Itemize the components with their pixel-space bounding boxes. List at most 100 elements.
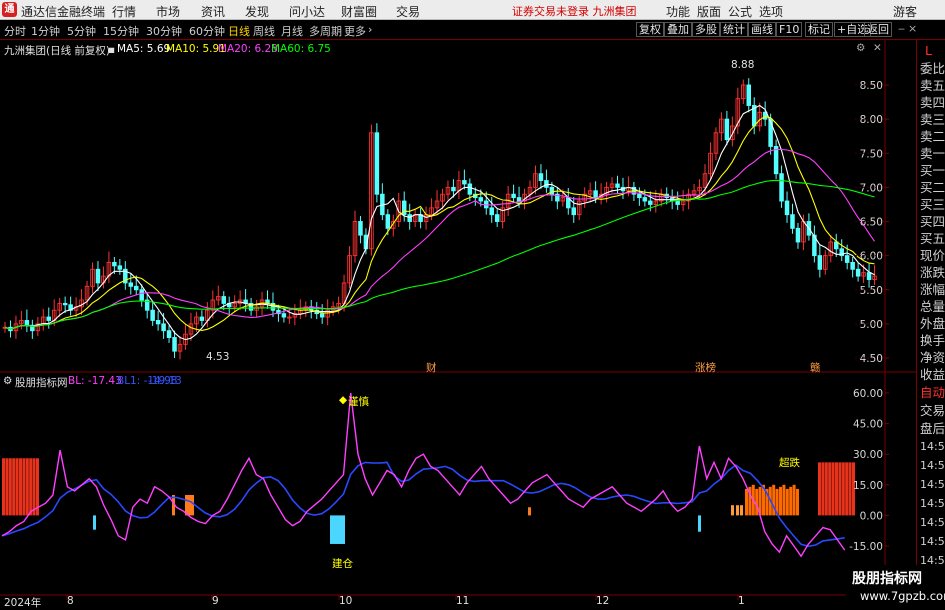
menu-quotes[interactable]: 行情	[112, 3, 136, 20]
period-tab-30min[interactable]: 30分钟	[146, 23, 182, 39]
indicator-bar	[792, 484, 796, 516]
x-label-dec: 12	[596, 595, 610, 607]
panel-item-1[interactable]: 卖五	[920, 77, 945, 95]
panel-item-13[interactable]: 涨幅	[920, 281, 945, 299]
event-marker-limit-up[interactable]: 涨榜	[695, 360, 716, 375]
candle-body	[746, 84, 752, 106]
event-marker-gan[interactable]: 赣	[810, 360, 821, 375]
panel-after-hours[interactable]: 盘后	[920, 420, 945, 438]
candle-body	[790, 214, 795, 229]
panel-item-16[interactable]: 换手	[920, 332, 945, 350]
back-button[interactable]: 返回	[864, 22, 892, 37]
panel-item-6[interactable]: 买一	[920, 162, 945, 180]
ma60-line	[4, 179, 875, 330]
panel-auto[interactable]: 自动	[920, 384, 945, 402]
menu-wealth[interactable]: 财富圈	[341, 3, 377, 20]
settings-gear-icon[interactable]: ⚙	[856, 42, 865, 54]
panel-trade[interactable]: 交易	[920, 402, 945, 420]
panel-item-12[interactable]: 涨跌	[920, 264, 945, 282]
draw-line-button[interactable]: 画线	[748, 22, 776, 37]
main-tick-label: 5.50	[860, 285, 883, 297]
period-tab-60min[interactable]: 60分钟	[189, 23, 225, 39]
more-chevron-icon[interactable]: ›	[368, 23, 372, 36]
menu-discover[interactable]: 发现	[245, 3, 269, 20]
period-tab-15min[interactable]: 15分钟	[103, 23, 139, 39]
period-tab-more[interactable]: 更多	[344, 23, 366, 39]
candle-body	[724, 118, 730, 141]
period-tab-monthly[interactable]: 月线	[281, 23, 303, 39]
stock-label: 九洲集团(日线 前复权)	[4, 45, 111, 57]
caution-annotation: 谨慎	[348, 396, 369, 408]
candle-body	[817, 255, 823, 270]
multi-stock-button[interactable]: 多股	[692, 22, 720, 37]
panel-item-5[interactable]: 卖一	[920, 145, 945, 163]
panel-item-18[interactable]: 收益	[920, 366, 945, 384]
overlay-button[interactable]: 叠加	[664, 22, 692, 37]
period-tab-1min[interactable]: 1分钟	[31, 23, 60, 39]
period-tab-weekly[interactable]: 周线	[253, 23, 275, 39]
menu-functions[interactable]: 功能	[666, 3, 690, 20]
build-position-annotation: 建仓	[332, 558, 353, 570]
indicator-bar	[821, 462, 825, 516]
period-tab-multi[interactable]: 多周期	[309, 23, 342, 39]
period-tab-5min[interactable]: 5分钟	[67, 23, 96, 39]
indicator-bar	[93, 515, 96, 530]
caution-diamond-icon: ◆	[339, 394, 348, 406]
indicator-gear-icon[interactable]: ⚙	[3, 375, 12, 387]
chart-close-icon[interactable]: ✕	[873, 42, 882, 54]
indicator-y-axis: 60.00 45.00 30.00 15.00 0.00 -15.00	[849, 388, 889, 553]
period-tab-intraday[interactable]: 分时	[4, 23, 26, 39]
indicator-bar	[22, 458, 26, 516]
candle-body	[62, 302, 68, 306]
menu-market[interactable]: 市场	[156, 3, 180, 20]
indicator-bar	[29, 458, 33, 516]
indicator-bar	[828, 462, 832, 516]
indicator-bar	[19, 458, 22, 516]
candle-body	[549, 186, 555, 195]
menu-formula[interactable]: 公式	[728, 3, 752, 20]
indicator-name: 股朋指标网	[15, 377, 68, 389]
menu-layout[interactable]: 版面	[697, 3, 721, 20]
ind-tick-label: 15.00	[853, 480, 883, 492]
menu-trade[interactable]: 交易	[396, 3, 420, 20]
panel-item-17[interactable]: 净资	[920, 349, 945, 367]
menu-guest[interactable]: 游客	[893, 3, 917, 20]
adjust-button[interactable]: 复权	[636, 22, 664, 37]
main-tick-label: 7.00	[860, 182, 883, 194]
indicator-bar	[841, 462, 845, 516]
panel-item-7[interactable]: 买二	[920, 179, 945, 197]
close-icon[interactable]: ×	[906, 22, 919, 37]
menu-options[interactable]: 选项	[759, 3, 783, 20]
menu-ask[interactable]: 问小达	[289, 3, 325, 20]
period-tab-daily[interactable]: 日线	[228, 23, 250, 39]
stats-button[interactable]: 统计	[720, 22, 748, 37]
low-price-label: 4.53	[206, 351, 230, 363]
kline-chart[interactable]: 8.50 8.00 7.50 7.00 6.50 6.00 5.50 5.00 4.50 60.…	[0, 40, 916, 609]
x-label-aug: 8	[67, 595, 74, 607]
panel-item-3[interactable]: 卖三	[920, 111, 945, 129]
panel-item-2[interactable]: 卖四	[920, 94, 945, 112]
candle-body	[855, 268, 861, 277]
indicator-bar	[785, 488, 789, 516]
indicator-bar	[772, 484, 776, 516]
indicator-bar	[32, 458, 36, 516]
candle-body	[571, 207, 577, 216]
panel-item-0[interactable]: 委比	[920, 60, 945, 78]
f10-button[interactable]: F10	[776, 22, 803, 37]
panel-item-8[interactable]: 买三	[920, 196, 945, 214]
panel-item-9[interactable]: 买四	[920, 213, 945, 231]
indicator-bar	[2, 458, 5, 516]
panel-item-15[interactable]: 外盘	[920, 315, 945, 333]
indicator-bar	[818, 462, 821, 516]
candle-body	[221, 296, 226, 304]
mark-button[interactable]: 标记	[805, 22, 833, 37]
panel-item-4[interactable]: 卖二	[920, 128, 945, 146]
menu-news[interactable]: 资讯	[201, 3, 225, 20]
login-notice[interactable]: 证券交易未登录 九洲集团	[512, 3, 637, 19]
event-marker-finance[interactable]: 财	[426, 360, 437, 375]
indicator-bar	[835, 462, 838, 516]
panel-item-14[interactable]: 总量	[920, 298, 945, 316]
panel-item-10[interactable]: 买五	[920, 230, 945, 248]
panel-item-11[interactable]: 现价	[920, 247, 945, 265]
x-label-year: 2024年	[4, 597, 42, 609]
